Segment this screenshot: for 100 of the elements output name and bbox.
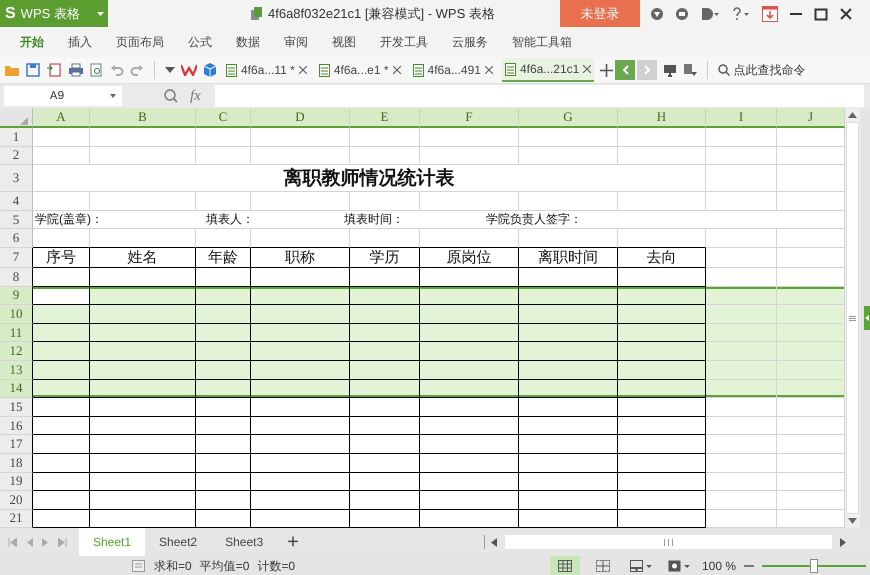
row-header[interactable]: 19 <box>0 472 33 492</box>
row-header[interactable]: 2 <box>0 146 33 166</box>
scrollbar-thumb[interactable] <box>846 122 859 514</box>
column-header[interactable]: A <box>33 108 90 128</box>
sheet-title: 离职教师情况统计表 <box>284 168 454 190</box>
normal-view-button[interactable] <box>550 556 580 575</box>
row-header[interactable]: 12 <box>0 342 33 361</box>
info-label: 填表时间： <box>344 212 404 226</box>
export-pdf-icon[interactable] <box>46 63 62 77</box>
column-heading: 原岗位 <box>446 248 492 266</box>
column-heading: 年龄 <box>208 248 238 266</box>
zoom-slider-thumb[interactable] <box>810 559 818 573</box>
column-header[interactable]: J <box>777 108 845 128</box>
sheet-list-icon[interactable] <box>132 560 146 572</box>
sheet-tab[interactable]: Sheet3 <box>211 528 278 556</box>
help-icon[interactable] <box>731 6 751 20</box>
dropdown-caret-icon[interactable] <box>165 67 175 73</box>
maximize-icon[interactable] <box>814 6 828 20</box>
ribbon-tab[interactable]: 公式 <box>176 27 224 57</box>
ribbon-tab[interactable]: 审阅 <box>272 27 320 57</box>
column-header[interactable]: G <box>519 108 618 128</box>
close-icon[interactable] <box>839 6 853 20</box>
save-icon[interactable] <box>26 63 40 77</box>
vertical-scrollbar[interactable] <box>845 108 860 528</box>
row-header[interactable]: 17 <box>0 435 33 454</box>
plus-icon[interactable] <box>600 64 614 76</box>
search-icon <box>718 64 730 76</box>
row-header[interactable]: 7 <box>0 248 33 268</box>
chevron-left-icon <box>864 306 870 330</box>
column-header[interactable]: B <box>90 108 196 128</box>
column-header[interactable]: I <box>706 108 777 128</box>
grid-icon <box>596 560 610 572</box>
ribbon-tab[interactable]: 开始 <box>8 27 56 57</box>
row-header[interactable]: 5 <box>0 210 33 230</box>
download-icon[interactable] <box>762 6 778 22</box>
column-header[interactable]: H <box>618 108 706 128</box>
close-icon[interactable] <box>484 66 493 74</box>
monitor-icon[interactable] <box>663 63 678 77</box>
close-icon[interactable] <box>298 66 307 74</box>
zoom-icon[interactable] <box>164 89 178 103</box>
print-preview-icon[interactable] <box>90 63 104 77</box>
spreadsheet-file-icon <box>504 62 516 76</box>
column-header[interactable]: E <box>350 108 420 128</box>
select-all-corner[interactable] <box>0 108 33 128</box>
side-panel-toggle[interactable] <box>860 108 870 528</box>
ribbon-tab[interactable]: 插入 <box>56 27 104 57</box>
app-logo-icon: S <box>5 4 16 22</box>
row-header[interactable]: 14 <box>0 380 33 398</box>
row-header[interactable]: 1 <box>0 128 33 147</box>
zoom-level: 100 % <box>702 559 736 573</box>
column-heading: 序号 <box>46 248 76 266</box>
row-header[interactable]: 16 <box>0 416 33 436</box>
scroll-left-icon <box>491 538 497 546</box>
spreadsheet-file-icon <box>318 64 330 76</box>
document-tab[interactable]: 4f6a...11 * <box>223 58 310 82</box>
scroll-right-icon <box>840 538 846 546</box>
column-header[interactable]: C <box>196 108 251 128</box>
insert-function-button[interactable]: fx <box>190 88 201 104</box>
document-tab[interactable]: 4f6a...21c1 <box>502 58 594 82</box>
ribbon-tab[interactable]: 智能工具箱 <box>500 27 584 57</box>
spreadsheet-file-icon <box>226 64 237 76</box>
command-search-field[interactable]: 点此查找命令 <box>718 63 806 77</box>
spreadsheet-file-icon <box>412 64 424 76</box>
row-header[interactable]: 18 <box>0 454 33 472</box>
row-header[interactable]: 13 <box>0 360 33 380</box>
ribbon-tab[interactable]: 云服务 <box>440 27 500 57</box>
row-header[interactable]: 21 <box>0 510 33 528</box>
column-heading: 姓名 <box>128 248 158 266</box>
formula-input[interactable] <box>214 85 864 107</box>
row-header[interactable]: 15 <box>0 398 33 417</box>
document-tab[interactable]: 4f6a...e1 * <box>316 58 404 82</box>
w-logo-icon[interactable] <box>181 64 197 76</box>
close-icon[interactable] <box>583 65 592 73</box>
chevron-right-icon <box>644 65 651 75</box>
ribbon-tab[interactable]: 数据 <box>224 27 272 57</box>
print-icon[interactable] <box>68 63 84 77</box>
sheet-tab[interactable]: Sheet2 <box>145 528 212 556</box>
row-header[interactable]: 3 <box>0 165 33 192</box>
ribbon-tab[interactable]: 视图 <box>320 27 368 57</box>
row-header[interactable]: 8 <box>0 268 33 287</box>
previous-tab-button[interactable] <box>615 60 636 80</box>
row-header[interactable]: 6 <box>0 229 33 248</box>
info-label: 填表人： <box>206 212 254 226</box>
document-icon <box>250 6 262 20</box>
triangle-icon <box>20 117 28 125</box>
row-header[interactable]: 20 <box>0 491 33 510</box>
row-header[interactable]: 9 <box>0 286 33 306</box>
column-header[interactable]: D <box>251 108 350 128</box>
row-header[interactable]: 11 <box>0 324 33 342</box>
row-header[interactable]: 10 <box>0 305 33 324</box>
name-box[interactable]: A9 <box>4 86 122 106</box>
average-text: 平均值=0 <box>200 558 250 574</box>
row-header[interactable]: 4 <box>0 192 33 211</box>
add-sheet-button[interactable]: + <box>277 530 309 554</box>
close-icon[interactable] <box>392 66 401 74</box>
column-header[interactable]: F <box>420 108 519 128</box>
document-tab[interactable]: 4f6a...491 <box>410 58 496 82</box>
ribbon-tab[interactable]: 开发工具 <box>368 27 440 57</box>
caret-icon <box>110 94 116 98</box>
ribbon-tab[interactable]: 页面布局 <box>104 27 176 57</box>
